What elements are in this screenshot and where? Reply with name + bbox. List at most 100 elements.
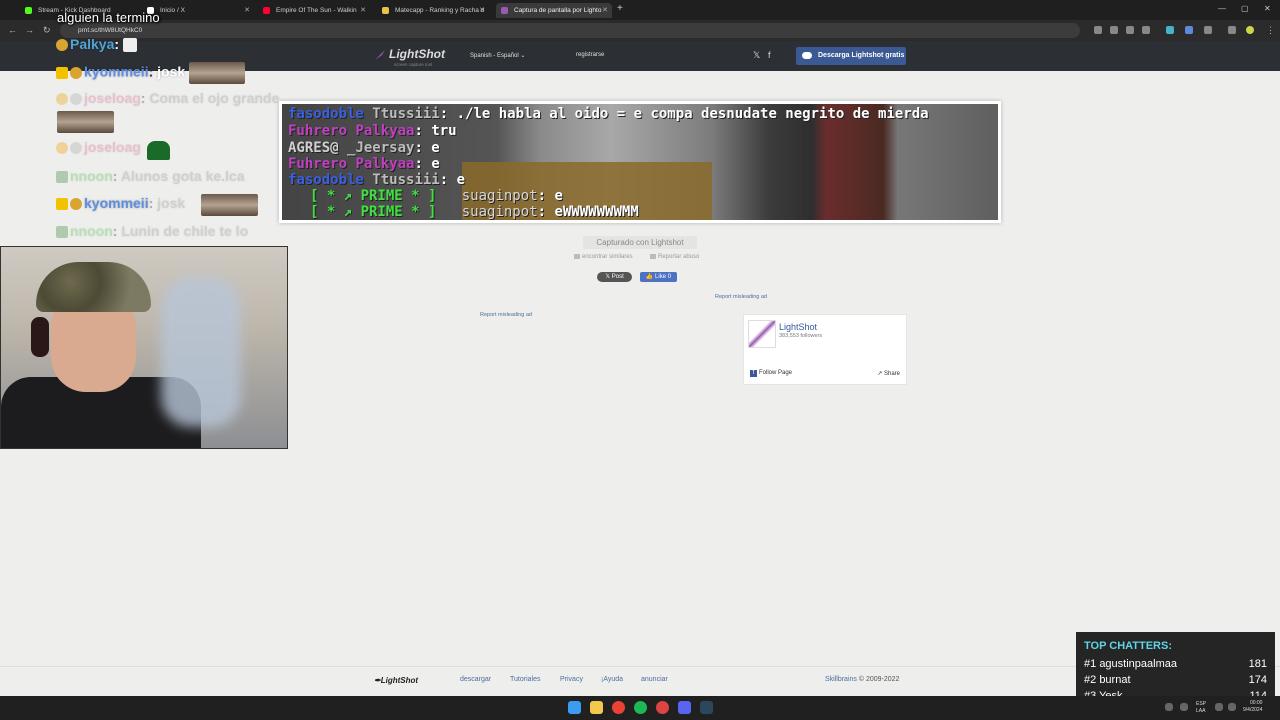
discord-icon[interactable] [678,701,691,714]
chat-message: joseloag [56,139,141,155]
close-icon[interactable]: ✕ [602,3,608,18]
tab-lightshot[interactable]: Captura de pantalla por Lighto ✕ [496,3,612,18]
badge-icon [56,226,68,239]
lightshot-page-avatar[interactable] [748,320,776,348]
spotify-icon[interactable] [634,701,647,714]
feather-icon [375,49,385,60]
emote-icon [201,194,258,216]
extension-icon[interactable] [1094,26,1102,34]
chat-message: nnoon: Alunos gota ke.lca [56,168,245,184]
file-explorer-icon[interactable] [590,701,603,714]
maximize-icon[interactable]: ▢ [1241,4,1249,13]
badge-icon [56,93,68,106]
volume-icon[interactable] [1228,703,1236,711]
zoom-icon[interactable] [1110,26,1118,34]
image-chat-line: AGRES@ _Jeersay: e [288,140,440,156]
fb-page-name[interactable]: LightShot [779,322,817,332]
footer-link-download[interactable]: descargar [460,676,491,683]
footer-link-advertise[interactable]: anunciar [641,676,668,683]
lightshot-logo[interactable]: LightShot [374,47,445,61]
chat-message: kyommeii: josk [56,62,246,84]
register-link[interactable]: registrarse [576,52,604,58]
emote-icon [57,111,114,133]
footer-logo[interactable]: ✒LightShot [374,676,418,685]
tray-arrow-icon[interactable] [1165,703,1173,711]
close-icon[interactable]: ✕ [479,3,485,18]
windows-start-icon[interactable] [568,701,581,714]
eye-icon[interactable] [1126,26,1134,34]
emote-icon [189,62,246,84]
crown-icon [56,198,68,211]
badge-icon [56,39,68,52]
top-chatters-title: TOP CHATTERS: [1084,640,1173,652]
tab-matecapp[interactable]: Matecapp - Ranking y Racha d ✕ [377,3,489,18]
top-chatter-row: #1 agustinpaalmaa 181 [1084,658,1267,670]
badge-icon [70,198,82,211]
lightshot-icon [501,7,508,14]
clock[interactable]: 00:00 9/4/2024 [1243,700,1262,714]
steam-icon[interactable] [700,701,713,714]
badge-icon [70,142,82,155]
windows-taskbar: ESP LAA 00:00 9/4/2024 [0,696,1280,720]
extension-icon[interactable] [1185,26,1193,34]
badge-icon [56,171,68,184]
language-indicator[interactable]: ESP LAA [1196,701,1206,715]
report-ad-link[interactable]: Report misleading ad [715,294,767,300]
extension-icon[interactable] [1166,26,1174,34]
close-icon[interactable]: ✕ [360,3,366,18]
twitter-icon[interactable]: 𝕏 [753,50,760,61]
image-chat-line: Fuhrero Palkyaa: tru [288,123,457,139]
window-close-icon[interactable]: ✕ [1264,4,1271,13]
footer-copyright: Skillbrains © 2009-2022 [825,676,900,683]
footer-link-privacy[interactable]: Privacy [560,676,583,683]
feather-icon: ✒ [374,676,381,685]
facebook-page-widget: LightShot 383,553 followers f Follow Page… [743,314,907,385]
minecraft-chat-image: fasodoble Ttussiii: ./le habla al oido =… [282,104,998,220]
footer-link-tutorials[interactable]: Tutoriales [510,676,540,683]
chrome-icon[interactable] [612,701,625,714]
new-tab-icon[interactable]: + [617,3,623,14]
find-similar-link[interactable]: encontrar similares [574,254,633,260]
mic-icon[interactable] [1180,703,1188,711]
post-button[interactable]: 𝕏 Post [597,272,632,282]
chat-message: joseloag: Coma el ojo grande [56,90,279,106]
image-chat-line: [ * ↗ PRIME * ] suaginpot: e [310,188,563,204]
facebook-icon: f [750,370,757,377]
network-icon[interactable] [1215,703,1223,711]
crown-icon [56,67,68,79]
menu-icon[interactable]: ⋮ [1266,25,1275,36]
skillbrains-link[interactable]: Skillbrains [825,676,857,683]
badge-icon [70,67,82,79]
obs-icon[interactable] [656,701,669,714]
report-abuse-link[interactable]: Reportar abuso [650,254,699,260]
follow-page-button[interactable]: f Follow Page [750,370,792,377]
badge-icon [70,93,82,106]
share-button[interactable]: ↗ Share [877,370,900,377]
streamer-hand [161,277,241,427]
matecapp-icon [382,7,389,14]
captured-label: Capturado con Lightshot [583,236,697,249]
fb-followers: 383,553 followers [779,333,823,339]
image-icon [574,254,580,259]
image-chat-line: fasodoble Ttussiii: ./le habla al oido =… [288,106,929,122]
like-button[interactable]: 👍 Like 0 [640,272,677,282]
image-chat-line: [ * ↗ PRIME * ] suaginpot: eWWWWWWWMM [310,204,639,220]
webcam-feed [0,246,288,449]
language-select[interactable]: Spanish - Español ⌄ [470,52,525,59]
minimize-icon[interactable]: — [1218,4,1226,13]
badge-icon [56,142,68,155]
report-ad-link[interactable]: Report misleading ad [480,312,532,318]
profile-avatar[interactable] [1246,26,1254,34]
puzzle-icon[interactable] [1204,26,1212,34]
emote-icon [147,141,170,160]
footer-link-help[interactable]: ¡Ayuda [601,676,623,683]
facebook-icon[interactable]: f [768,50,771,60]
download-button[interactable]: Descarga Lightshot gratis [796,47,906,65]
chat-message: kyommeii: josk [56,195,185,211]
image-chat-line: fasodoble Ttussiii: e [288,172,466,188]
streamer-cap [36,262,151,312]
sidebar-icon[interactable] [1228,26,1236,34]
captured-screenshot[interactable]: fasodoble Ttussiii: ./le habla al oido =… [279,101,1001,223]
stream-caption: alguien la termino [57,10,160,25]
bookmark-star-icon[interactable] [1142,26,1150,34]
